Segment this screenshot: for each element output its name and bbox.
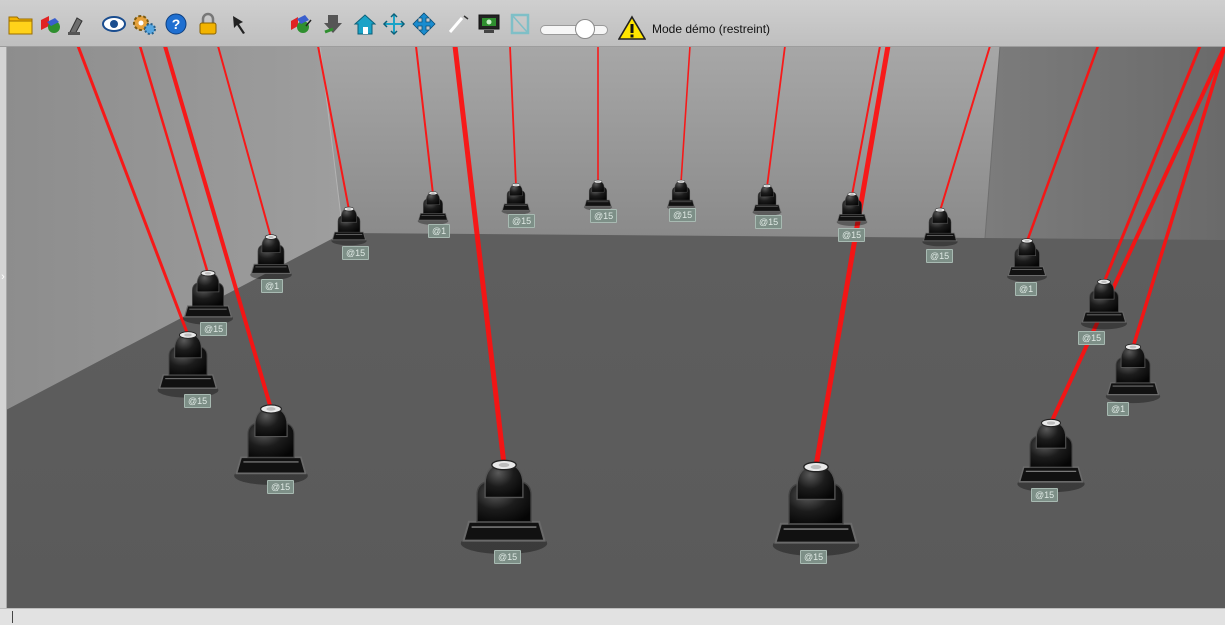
stage-scene[interactable] xyxy=(6,46,1225,608)
fixture-address-tag: @15 xyxy=(755,215,783,229)
expand-panel-icon[interactable]: › xyxy=(0,270,6,284)
open-folder-icon[interactable] xyxy=(8,11,34,37)
fixture-address-tag: @15 xyxy=(1078,331,1106,345)
fixture-address-tag: @15 xyxy=(494,550,522,564)
fixture-address-tag: @15 xyxy=(342,246,370,260)
fixture-address-tag: @15 xyxy=(1031,488,1059,502)
fixture-address-tag: @15 xyxy=(800,550,828,564)
pin-icon[interactable] xyxy=(227,11,253,37)
fixture-address-tag: @1 xyxy=(261,279,284,293)
status-bar xyxy=(0,608,1225,625)
3d-objects-icon[interactable] xyxy=(37,11,63,37)
fixture-address-tag: @15 xyxy=(267,480,295,494)
warning-icon xyxy=(618,15,646,40)
fixture-address-tag: @1 xyxy=(1015,282,1038,296)
fixture-address-tag: @1 xyxy=(428,224,451,238)
svg-text:?: ? xyxy=(172,16,181,32)
screenshot-icon[interactable] xyxy=(476,11,502,37)
intensity-slider[interactable] xyxy=(538,19,610,39)
slider-track[interactable] xyxy=(540,25,608,35)
side-panel-edge xyxy=(0,0,7,608)
laser-icon[interactable] xyxy=(446,11,472,37)
move-arrows-icon[interactable] xyxy=(411,11,437,37)
demo-mode-label: Mode démo (restreint) xyxy=(652,22,771,36)
fixture-address-tag: @15 xyxy=(926,249,954,263)
help-icon[interactable]: ? xyxy=(163,11,189,37)
add-object-icon[interactable] xyxy=(288,11,314,37)
slider-thumb[interactable] xyxy=(575,19,596,39)
frame-icon[interactable] xyxy=(507,11,533,37)
back-wall xyxy=(320,46,1000,238)
main-toolbar: ? Mode démo (restreint) xyxy=(0,0,1225,47)
fixture-address-tag: @15 xyxy=(184,394,212,408)
settings-gears-icon[interactable] xyxy=(131,11,157,37)
fixture-address-tag: @15 xyxy=(838,228,866,242)
spot-fixture-icon[interactable] xyxy=(64,11,90,37)
visualizer-window: @15 @1 @15 @15 @15 @15 @15 @15 @1 @15 @1 @15 @15 @15 @… xyxy=(0,0,1225,625)
move-down-icon[interactable] xyxy=(320,11,346,37)
fixture-address-tag: @15 xyxy=(669,208,697,222)
3d-viewport[interactable]: @15 @1 @15 @15 @15 @15 @15 @15 @1 @15 @1 @15 @15 @15 @… xyxy=(6,46,1225,608)
focus-arrows-icon[interactable] xyxy=(381,11,407,37)
fixture-address-tag: @15 xyxy=(508,214,536,228)
home-view-icon[interactable] xyxy=(352,11,378,37)
eye-view-icon[interactable] xyxy=(101,11,127,37)
fixture-address-tag: @1 xyxy=(1107,402,1130,416)
lock-icon[interactable] xyxy=(195,11,221,37)
fixture-address-tag: @15 xyxy=(590,209,618,223)
fixture-address-tag: @15 xyxy=(200,322,228,336)
status-cursor xyxy=(12,611,13,623)
